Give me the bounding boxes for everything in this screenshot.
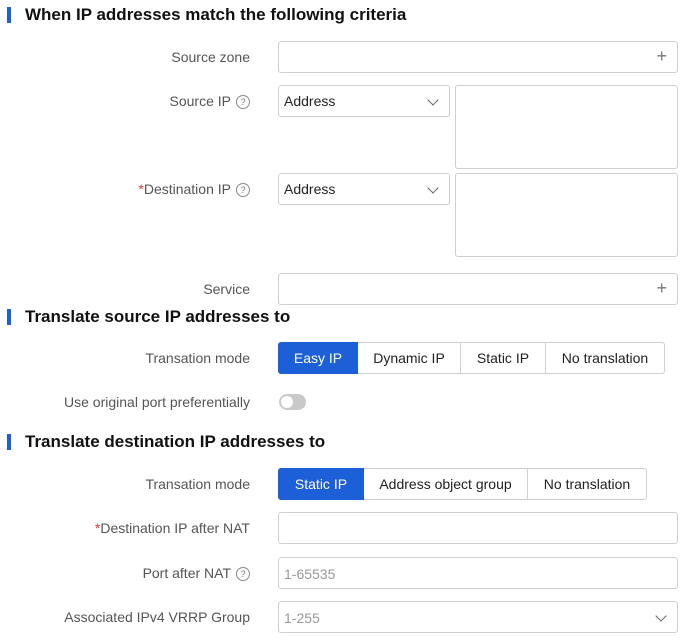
plus-icon[interactable]: + [656, 47, 667, 65]
source-mode-label: Transation mode [145, 350, 250, 366]
dest-ip-after-nat-input[interactable] [278, 512, 678, 544]
section-marker [7, 7, 11, 23]
dest-ip-after-nat-label: *Destination IP after NAT [95, 520, 250, 536]
port-after-nat-placeholder: 1-65535 [284, 566, 336, 582]
section-marker [7, 309, 11, 325]
dest-mode-label: Transation mode [145, 476, 250, 492]
source-ip-label-text: Source IP [169, 93, 231, 109]
plus-icon[interactable]: + [656, 279, 667, 297]
dest-mode-segmented: Static IP Address object group No transl… [278, 468, 647, 500]
destination-ip-label: *Destination IP? [138, 181, 250, 197]
destination-ip-label-text: Destination IP [143, 181, 231, 197]
port-after-nat-label: Port after NAT? [143, 565, 250, 581]
dest-mode-no-translation[interactable]: No translation [528, 468, 647, 500]
source-ip-address-list[interactable] [455, 85, 678, 169]
dest-mode-address-object-group[interactable]: Address object group [364, 468, 528, 500]
section-title-match: When IP addresses match the following cr… [25, 5, 407, 24]
source-mode-easy-ip[interactable]: Easy IP [278, 342, 358, 374]
toggle-knob [281, 396, 293, 408]
original-port-label: Use original port preferentially [64, 394, 250, 410]
port-after-nat-input[interactable]: 1-65535 [278, 557, 678, 589]
source-mode-dynamic-ip[interactable]: Dynamic IP [358, 342, 461, 374]
vrrp-group-placeholder: 1-255 [284, 610, 320, 626]
question-circle-icon[interactable]: ? [236, 567, 250, 581]
service-label: Service [203, 281, 250, 297]
destination-ip-type-value: Address [284, 181, 336, 197]
dest-mode-static-ip[interactable]: Static IP [278, 468, 364, 500]
source-zone-label: Source zone [171, 49, 250, 65]
chevron-down-icon [427, 182, 439, 194]
service-field[interactable]: + [278, 273, 678, 305]
source-ip-type-select[interactable]: Address [278, 85, 450, 117]
destination-ip-type-select[interactable]: Address [278, 173, 450, 205]
section-title-dest-translate: Translate destination IP addresses to [25, 432, 326, 451]
port-after-nat-label-text: Port after NAT [142, 565, 231, 581]
question-circle-icon[interactable]: ? [236, 183, 250, 197]
source-ip-type-value: Address [284, 93, 336, 109]
source-mode-static-ip[interactable]: Static IP [461, 342, 546, 374]
source-ip-label: Source IP? [170, 93, 250, 109]
vrrp-group-select[interactable]: 1-255 [278, 601, 678, 633]
vrrp-group-label: Associated IPv4 VRRP Group [64, 609, 250, 625]
original-port-toggle[interactable] [279, 394, 306, 410]
chevron-down-icon [655, 610, 667, 622]
dest-ip-after-nat-label-text: Destination IP after NAT [100, 520, 250, 536]
section-title-source-translate: Translate source IP addresses to [25, 307, 291, 326]
question-circle-icon[interactable]: ? [236, 95, 250, 109]
chevron-down-icon [427, 94, 439, 106]
section-marker [7, 434, 11, 450]
source-mode-segmented: Easy IP Dynamic IP Static IP No translat… [278, 342, 665, 374]
destination-ip-address-list[interactable] [455, 173, 678, 257]
source-zone-field[interactable]: + [278, 41, 678, 73]
source-mode-no-translation[interactable]: No translation [546, 342, 665, 374]
